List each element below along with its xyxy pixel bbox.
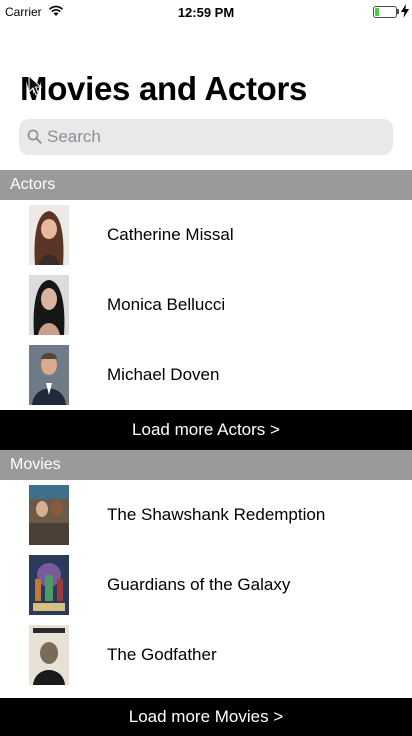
mouse-cursor-icon [28,75,43,96]
movie-poster [29,555,69,615]
actor-photo [29,345,69,405]
battery-tip [397,9,399,14]
charging-bolt-icon [401,4,409,18]
actor-name: Monica Bellucci [107,295,226,314]
battery-level-fill [375,8,379,16]
movie-title: Guardians of the Galaxy [107,575,291,594]
search-bar[interactable] [19,119,393,155]
actor-photo [29,275,69,335]
movie-title: The Shawshank Redemption [107,505,326,524]
page-title: Movies and Actors [20,70,308,107]
actor-row-michael-doven[interactable]: Michael Doven [0,340,412,410]
movie-row-guardians-of-the-galaxy[interactable]: Guardians of the Galaxy [0,550,412,620]
actor-row-catherine-missal[interactable]: Catherine Missal [0,200,412,270]
load-more-actors-button[interactable]: Load more Actors > [0,410,412,450]
movie-row-the-godfather[interactable]: The Godfather [0,620,412,690]
movie-poster [29,485,69,545]
section-header-movies: Movies [0,450,412,480]
section-header-actors: Actors [0,170,412,200]
movie-row-the-shawshank-redemption[interactable]: The Shawshank Redemption [0,480,412,550]
actor-name: Catherine Missal [107,225,234,244]
status-bar: Carrier 12:59 PM [0,0,412,24]
movie-title: The Godfather [107,645,217,664]
search-input[interactable] [47,119,377,155]
search-icon [27,129,42,144]
status-time: 12:59 PM [177,5,235,20]
actor-photo [29,205,69,265]
app-screen: Carrier 12:59 PM Movies and Actors Actor… [0,0,412,736]
movie-poster [29,625,69,685]
actor-name: Michael Doven [107,365,220,384]
load-more-movies-button[interactable]: Load more Movies > [0,698,412,736]
actor-row-monica-bellucci[interactable]: Monica Bellucci [0,270,412,340]
battery-icon [373,6,397,18]
